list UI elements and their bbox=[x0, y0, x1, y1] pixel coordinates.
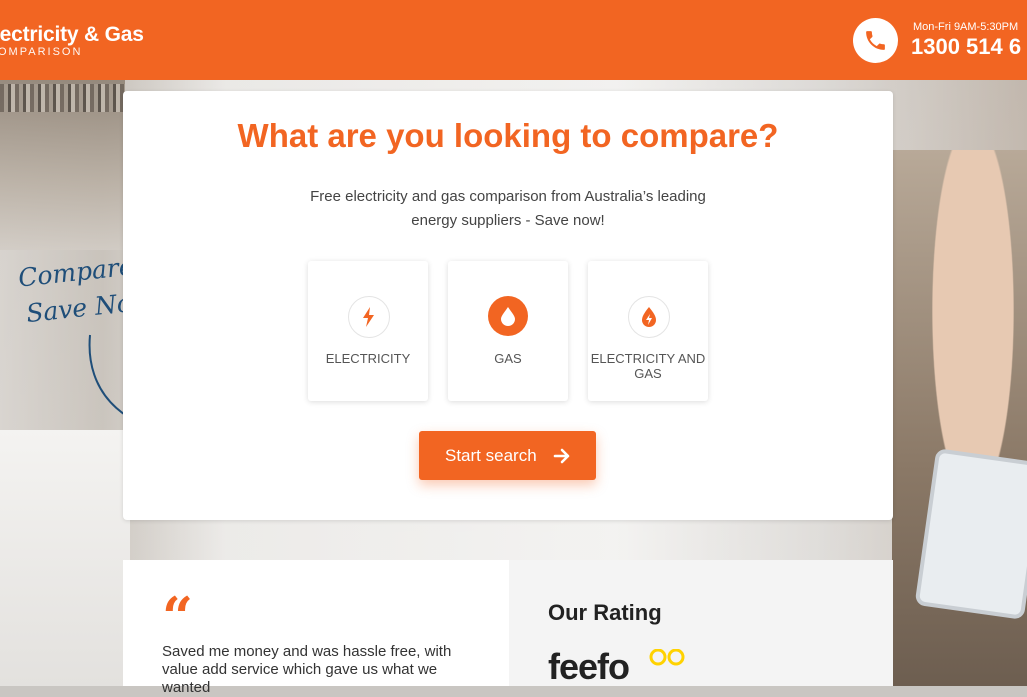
flame-bolt-icon bbox=[628, 296, 670, 338]
flame-drop-icon bbox=[488, 296, 528, 336]
reviews-section: “ Saved me money and was hassle free, wi… bbox=[123, 560, 893, 696]
option-label: ELECTRICITY AND GAS bbox=[590, 351, 706, 381]
rating-title: Our Rating bbox=[548, 600, 662, 625]
option-gas[interactable]: GAS bbox=[448, 261, 568, 401]
rating-panel: Our Rating feefo bbox=[509, 560, 893, 688]
option-electricity[interactable]: ELECTRICITY bbox=[308, 261, 428, 401]
feefo-eyes-icon bbox=[649, 649, 685, 666]
compare-card: What are you looking to compare? Free el… bbox=[123, 91, 893, 520]
phone-number-link[interactable]: 1300 514 6 bbox=[911, 34, 1021, 60]
business-hours: Mon-Fri 9AM-5:30PM bbox=[913, 21, 1019, 33]
lightning-icon bbox=[348, 296, 390, 338]
page-title: What are you looking to compare? bbox=[237, 117, 779, 154]
start-search-label: Start search bbox=[445, 446, 537, 465]
option-label: ELECTRICITY bbox=[325, 351, 411, 366]
site-logo[interactable]: lectricity & Gas OMPARISON bbox=[0, 23, 144, 59]
quote-mark-icon: “ bbox=[162, 585, 194, 649]
phone-icon[interactable] bbox=[853, 18, 898, 63]
option-label: GAS bbox=[494, 351, 522, 366]
books-photo bbox=[0, 84, 125, 112]
start-search-button[interactable]: Start search bbox=[419, 431, 596, 480]
logo-main-text: lectricity & Gas bbox=[0, 23, 144, 46]
testimonial-text: Saved me money and was hassle free, with… bbox=[162, 643, 452, 696]
arrow-right-icon bbox=[553, 448, 570, 464]
page-subtitle: Free electricity and gas comparison from… bbox=[310, 188, 706, 229]
site-header: lectricity & Gas OMPARISON Mon-Fri 9AM-5… bbox=[0, 0, 1027, 80]
feefo-logo[interactable]: feefo bbox=[548, 646, 630, 688]
logo-sub-text: OMPARISON bbox=[0, 46, 83, 58]
sofa-photo bbox=[0, 430, 130, 686]
option-electricity-and-gas[interactable]: ELECTRICITY AND GAS bbox=[588, 261, 708, 401]
